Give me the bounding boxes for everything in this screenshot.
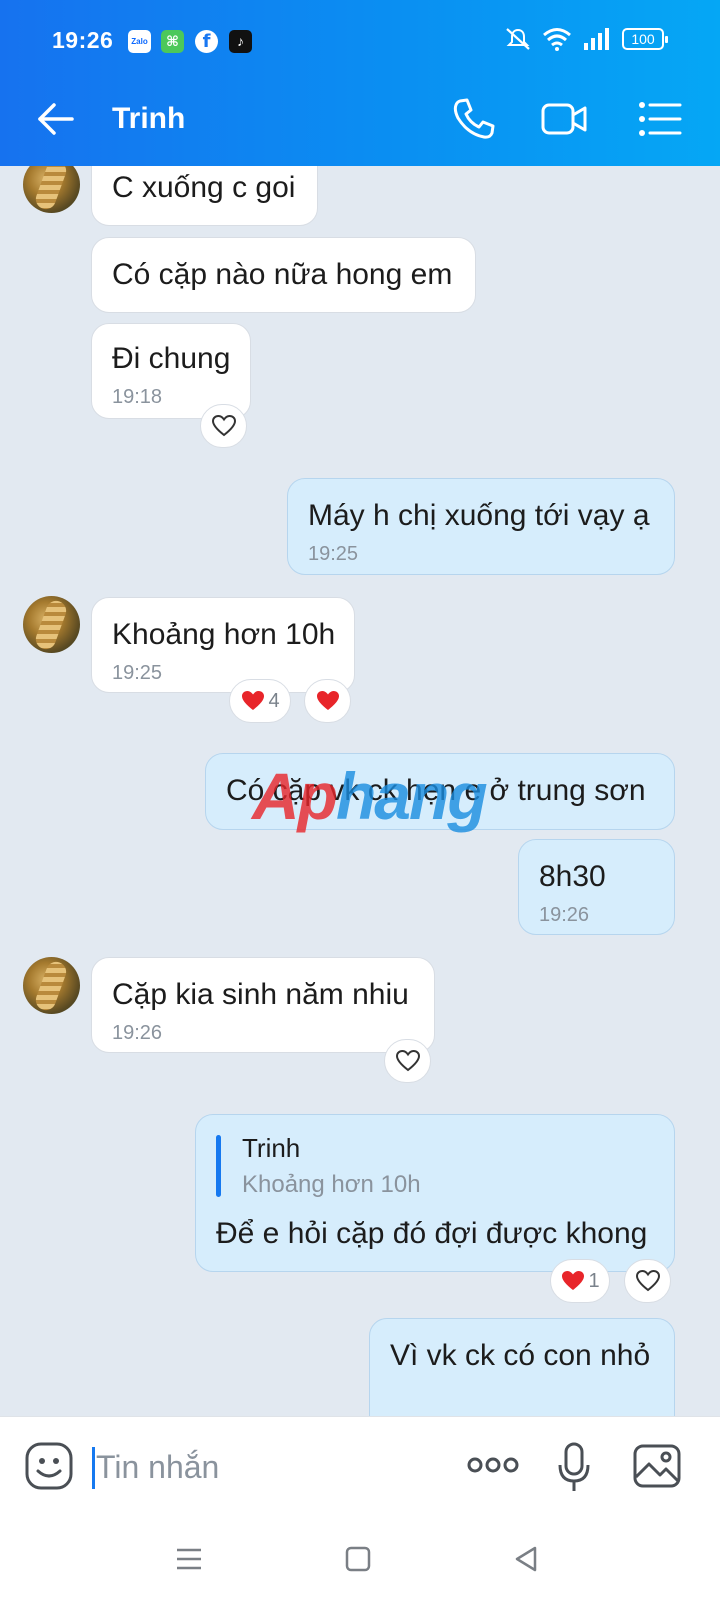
status-bar: 19:26 Zalo ⌘ f ♪ 100 <box>0 0 720 72</box>
reaction-count: 4 <box>268 689 280 712</box>
message-text: Khoảng hơn 10h <box>112 618 336 651</box>
message-bubble-outgoing[interactable]: 8h30 19:26 <box>518 839 675 935</box>
message-text: Có cặp nào nữa hong em <box>112 258 453 291</box>
battery-indicator: 100 <box>622 28 668 50</box>
tiktok-icon: ♪ <box>229 30 252 53</box>
message-input[interactable]: Tin nhắn <box>96 1449 219 1486</box>
message-bubble-incoming[interactable]: Cặp kia sinh năm nhiu 19:26 <box>91 957 435 1053</box>
mute-icon <box>506 28 530 50</box>
reaction-button[interactable] <box>304 679 351 723</box>
status-right: 100 <box>504 27 668 51</box>
contact-name[interactable]: Trinh <box>112 102 185 136</box>
notification-app-icon: ⌘ <box>161 30 184 53</box>
emoji-icon[interactable] <box>24 1441 74 1491</box>
reaction-count-badge[interactable]: 1 <box>550 1259 610 1303</box>
reaction-button[interactable] <box>384 1039 431 1083</box>
more-dots-icon[interactable] <box>466 1453 520 1477</box>
heart-outline-icon <box>635 1269 660 1292</box>
reply-quote-text: Khoảng hơn 10h <box>242 1171 421 1198</box>
image-icon[interactable] <box>632 1441 682 1491</box>
top-bar: 19:26 Zalo ⌘ f ♪ 100 Trinh <box>0 0 720 166</box>
message-bubble-outgoing[interactable]: Máy h chị xuống tới vạy ạ 19:25 <box>287 478 675 575</box>
system-nav-bar <box>0 1514 720 1600</box>
text-caret <box>92 1447 95 1489</box>
message-time: 19:26 <box>112 1022 163 1044</box>
zalo-app-icon: Zalo <box>128 30 151 53</box>
home-icon[interactable] <box>343 1544 373 1574</box>
message-text: Cặp kia sinh năm nhiu <box>112 978 409 1011</box>
reaction-count: 1 <box>588 1269 600 1292</box>
reaction-button[interactable] <box>200 404 247 448</box>
message-text: 8h30 <box>539 860 606 893</box>
message-bubble-outgoing-reply[interactable]: Trinh Khoảng hơn 10h Để e hỏi cặp đó đợi… <box>195 1114 675 1272</box>
message-bubble-outgoing[interactable]: Vì vk ck có con nhỏ <box>369 1318 675 1416</box>
menu-icon[interactable] <box>174 1544 204 1574</box>
avatar[interactable] <box>23 166 80 213</box>
message-text: Máy h chị xuống tới vạy ạ <box>308 499 650 532</box>
message-bubble-incoming[interactable]: Có cặp nào nữa hong em <box>91 237 476 313</box>
message-time: 19:26 <box>539 904 590 926</box>
heart-outline-icon <box>211 414 236 437</box>
reaction-count-badge[interactable]: 4 <box>229 679 291 723</box>
message-text: C xuống c goi <box>112 171 296 204</box>
facebook-icon: f <box>195 30 218 53</box>
watermark-logo: Aphang <box>252 759 488 833</box>
message-bubble-incoming[interactable]: Khoảng hơn 10h 19:25 <box>91 597 355 693</box>
message-bubble-incoming[interactable]: C xuống c goi <box>91 166 318 226</box>
message-time: 19:18 <box>112 386 163 408</box>
message-text: Vì vk ck có con nhỏ <box>390 1339 651 1372</box>
microphone-icon[interactable] <box>556 1441 592 1493</box>
avatar[interactable] <box>23 596 80 653</box>
phone-icon[interactable] <box>450 96 498 142</box>
reply-quote-bar <box>216 1135 221 1197</box>
heart-outline-icon <box>395 1049 420 1072</box>
video-camera-icon[interactable] <box>540 96 588 142</box>
message-text: Đi chung <box>112 342 231 375</box>
heart-filled-icon <box>562 1271 585 1290</box>
chat-header: Trinh <box>0 72 720 166</box>
reaction-button[interactable] <box>624 1259 671 1303</box>
heart-filled-icon <box>316 691 339 710</box>
menu-list-icon[interactable] <box>636 96 684 142</box>
message-time: 19:25 <box>112 662 163 684</box>
wifi-icon <box>543 28 571 51</box>
reply-sender: Trinh <box>242 1133 301 1163</box>
back-icon[interactable] <box>511 1544 541 1574</box>
avatar[interactable] <box>23 957 80 1014</box>
message-text: Để e hỏi cặp đó đợi được khong <box>216 1217 648 1250</box>
signal-icon <box>584 28 609 50</box>
message-input-bar: Tin nhắn <box>0 1416 720 1514</box>
message-time: 19:25 <box>308 543 359 565</box>
back-arrow-icon[interactable] <box>34 98 76 140</box>
heart-filled-icon <box>242 691 265 710</box>
status-time: 19:26 <box>52 27 114 53</box>
chat-messages[interactable]: C xuống c goi Có cặp nào nữa hong em Đi … <box>0 166 720 1416</box>
